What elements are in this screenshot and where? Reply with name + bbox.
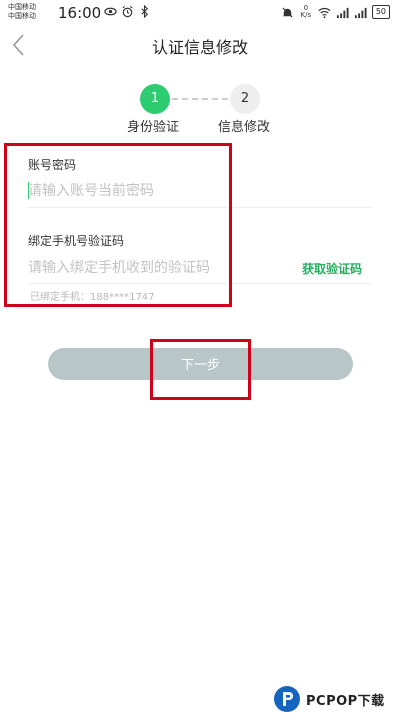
step-indicator: 1 2 身份验证 信息修改 (0, 84, 400, 135)
step-2-circle: 2 (230, 84, 260, 114)
step-1-circle: 1 (140, 84, 170, 114)
alarm-icon (122, 5, 133, 18)
status-icons-right: 0 K/s 50 (281, 5, 390, 19)
watermark-text: PCPOP下载 (306, 694, 385, 709)
highlight-box-form (4, 143, 232, 307)
page-header: 认证信息修改 (0, 26, 400, 66)
watermark: PCPOP下载 (272, 684, 400, 720)
status-icons-left (104, 5, 151, 18)
status-time: 16:00 (58, 4, 102, 22)
highlight-box-next (150, 339, 251, 400)
net-speed-unit: K/s (300, 11, 312, 19)
net-speed: 0 K/s (299, 5, 313, 19)
carrier-1: 中国移动 (8, 3, 36, 11)
pcpop-logo-icon (274, 686, 300, 712)
status-bar: 中国移动 中国移动 16:00 0 K/s 50 (0, 0, 400, 26)
signal-icon-2 (354, 7, 367, 18)
step-1-label: 身份验证 (127, 120, 180, 135)
battery-indicator: 50 (371, 5, 390, 19)
get-code-button[interactable]: 获取验证码 (302, 260, 362, 277)
page-title: 认证信息修改 (151, 38, 248, 57)
mute-icon (282, 6, 293, 18)
wifi-icon (318, 7, 331, 18)
signal-icon (336, 7, 349, 18)
step-2-label: 信息修改 (218, 120, 271, 135)
carrier-info: 中国移动 中国移动 (8, 3, 36, 21)
carrier-2: 中国移动 (8, 12, 36, 20)
step-connector (172, 98, 228, 100)
eye-icon (104, 7, 117, 16)
bluetooth-icon (141, 5, 149, 18)
